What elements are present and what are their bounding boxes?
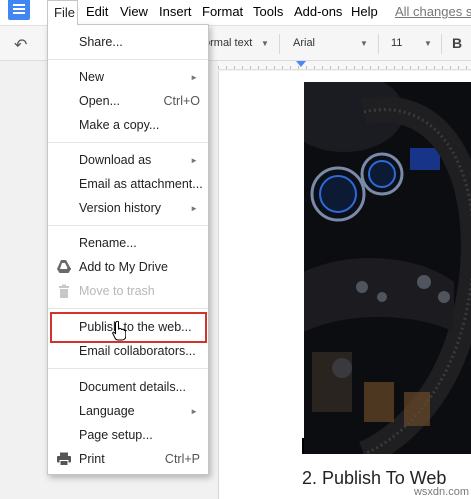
menu-shortcut: Ctrl+O — [163, 94, 200, 108]
docs-logo-icon[interactable] — [8, 0, 30, 20]
menu-insert[interactable]: Insert — [159, 4, 192, 19]
menu-edit[interactable]: Edit — [86, 4, 108, 19]
menu-item-print[interactable]: Print Ctrl+P — [48, 448, 208, 470]
font-size-dropdown[interactable]: 11 — [391, 37, 402, 49]
file-menu-dropdown: Share... New ► Open... Ctrl+O Make a cop… — [47, 24, 209, 475]
menu-item-label: Rename... — [79, 236, 137, 250]
menu-item-label: Print — [79, 452, 105, 466]
menu-item-label: Version history — [79, 201, 161, 215]
car-dashboard-illustration — [304, 82, 471, 454]
toolbar-divider — [378, 34, 379, 54]
paragraph-style-dropdown[interactable]: ormal text — [204, 37, 252, 49]
menu-shortcut: Ctrl+P — [164, 452, 200, 466]
menu-divider — [48, 59, 208, 60]
menu-item-open[interactable]: Open... Ctrl+O — [48, 90, 208, 112]
ruler[interactable] — [218, 61, 471, 70]
menu-help[interactable]: Help — [351, 4, 378, 19]
chevron-down-icon: ▼ — [360, 39, 368, 48]
menu-divider — [48, 308, 208, 309]
submenu-arrow-icon: ► — [190, 156, 198, 165]
submenu-arrow-icon: ► — [190, 73, 198, 82]
menu-item-language[interactable]: Language ► — [48, 400, 208, 422]
menu-item-email-collaborators[interactable]: Email collaborators... — [48, 340, 208, 362]
menu-item-add-to-drive[interactable]: Add to My Drive — [48, 256, 208, 278]
menu-item-label: Add to My Drive — [79, 260, 168, 274]
save-status-link[interactable]: All changes sa — [395, 4, 471, 19]
menu-item-label: Download as — [79, 153, 152, 167]
menu-item-label: Document details... — [79, 380, 186, 394]
hand-cursor-icon — [112, 321, 126, 341]
menu-item-label: Make a copy... — [79, 118, 160, 132]
menu-view[interactable]: View — [120, 4, 148, 19]
menu-item-version-history[interactable]: Version history ► — [48, 197, 208, 219]
menu-divider — [48, 225, 208, 226]
menu-format[interactable]: Format — [202, 4, 243, 19]
menu-item-label: Open... — [79, 94, 120, 108]
toolbar-divider — [279, 34, 280, 54]
menu-addons[interactable]: Add-ons — [294, 4, 342, 19]
menu-item-download-as[interactable]: Download as ► — [48, 149, 208, 171]
submenu-arrow-icon: ► — [190, 204, 198, 213]
menu-item-label: Move to trash — [79, 284, 155, 298]
menu-item-move-to-trash: Move to trash — [48, 280, 208, 302]
watermark: wsxdn.com — [413, 486, 469, 498]
font-dropdown[interactable]: Arial — [293, 37, 315, 49]
undo-icon[interactable]: ↶ — [14, 35, 27, 55]
menu-item-label: Email as attachment... — [79, 177, 203, 191]
steering-wheel-image — [304, 82, 471, 454]
menu-tools[interactable]: Tools — [253, 4, 283, 19]
menu-item-rename[interactable]: Rename... — [48, 232, 208, 254]
drive-add-icon — [57, 260, 71, 273]
trash-icon — [59, 284, 69, 298]
publish-highlight-box — [50, 312, 207, 343]
menu-item-label: Page setup... — [79, 428, 153, 442]
menu-item-document-details[interactable]: Document details... — [48, 376, 208, 398]
menu-item-make-copy[interactable]: Make a copy... — [48, 114, 208, 136]
menu-item-label: Email collaborators... — [79, 344, 196, 358]
menu-item-label: Share... — [79, 35, 123, 49]
chevron-down-icon: ▼ — [424, 39, 432, 48]
menu-item-label: New — [79, 70, 105, 84]
menu-divider — [48, 368, 208, 369]
menu-file[interactable]: File — [47, 0, 78, 25]
toolbar-divider — [441, 34, 442, 54]
bold-button[interactable]: B — [452, 35, 462, 51]
text-cursor — [302, 438, 304, 454]
menu-item-share[interactable]: Share... — [48, 31, 208, 53]
menu-divider — [48, 142, 208, 143]
menu-item-new[interactable]: New ► — [48, 66, 208, 88]
indent-marker-icon[interactable] — [296, 61, 306, 67]
menu-item-email-attachment[interactable]: Email as attachment... — [48, 173, 208, 195]
menu-item-label: Language — [79, 404, 135, 418]
chevron-down-icon: ▼ — [261, 39, 269, 48]
menu-item-page-setup[interactable]: Page setup... — [48, 424, 208, 446]
printer-icon — [57, 452, 71, 466]
submenu-arrow-icon: ► — [190, 407, 198, 416]
